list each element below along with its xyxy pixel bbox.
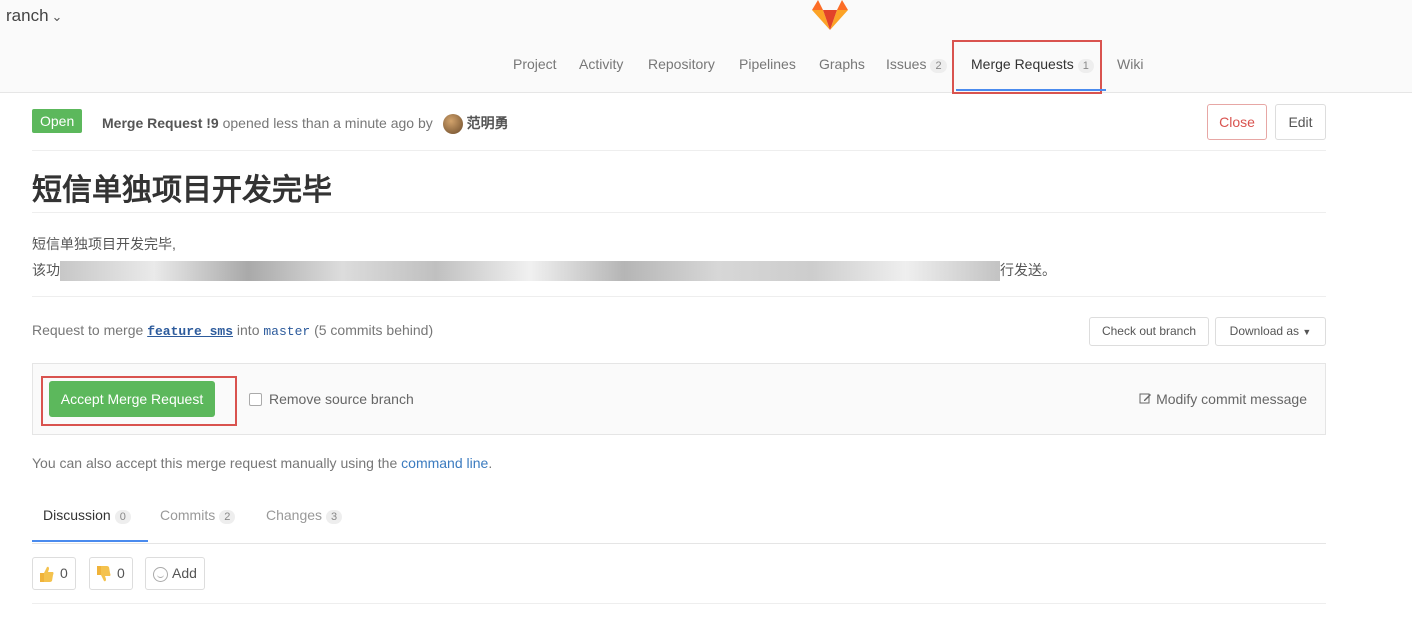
description-line-2-start: 该功: [32, 262, 60, 278]
tab-discussion-label: Discussion: [43, 507, 111, 523]
caret-down-icon: ▼: [1302, 327, 1312, 337]
branch-dropdown[interactable]: ranch ⌄: [6, 6, 62, 26]
page-title: 短信单独项目开发完毕: [32, 174, 332, 207]
redacted-text: [60, 261, 1000, 282]
add-award-label: Add: [172, 565, 197, 581]
thumbs-down-button[interactable]: 0: [89, 557, 133, 590]
nav-pipelines[interactable]: Pipelines: [739, 56, 796, 72]
description-line-2-end: 行发送。: [1000, 262, 1056, 278]
nav-repository[interactable]: Repository: [648, 56, 715, 72]
mr-meta: opened less than a minute ago by: [222, 115, 433, 131]
description-line-2: 该功 行发送。: [32, 257, 1056, 283]
active-tab-underline: [32, 540, 148, 542]
tab-commits[interactable]: Commits 2: [160, 507, 236, 524]
mr-reference: Merge Request !9: [102, 115, 219, 131]
commits-behind: (5 commits behind): [314, 322, 434, 338]
tab-changes[interactable]: Changes 3: [266, 507, 343, 524]
nav-wiki[interactable]: Wiki: [1117, 56, 1143, 72]
thumbs-up-icon: [40, 567, 54, 583]
merge-requests-highlight: [952, 40, 1102, 94]
source-branch[interactable]: feature_sms: [147, 324, 233, 339]
thumbs-up-count: 0: [60, 565, 68, 581]
thumbs-up-button[interactable]: 0: [32, 557, 76, 590]
thumbs-down-count: 0: [117, 565, 125, 581]
commits-count-badge: 2: [219, 510, 236, 524]
modify-commit-message-link[interactable]: Modify commit message: [1139, 391, 1307, 407]
accept-merge-panel: Accept Merge Request Remove source branc…: [32, 363, 1326, 435]
description-divider: [32, 296, 1326, 297]
nav-graphs[interactable]: Graphs: [819, 56, 865, 72]
changes-count-badge: 3: [326, 510, 343, 524]
manual-merge-end: .: [488, 455, 493, 471]
merge-info-row: Request to merge feature_sms into master…: [32, 317, 1326, 347]
manual-merge-hint: You can also accept this merge request m…: [32, 455, 492, 471]
download-as-dropdown[interactable]: Download as ▼: [1215, 317, 1326, 346]
nav-activity[interactable]: Activity: [579, 56, 623, 72]
branch-label: ranch: [6, 6, 49, 25]
manual-merge-text: You can also accept this merge request m…: [32, 455, 398, 471]
smile-icon: [153, 566, 168, 582]
description-line-1: 短信单独项目开发完毕,: [32, 236, 176, 252]
nav-project[interactable]: Project: [513, 56, 557, 72]
mr-info: Merge Request !9 opened less than a minu…: [102, 113, 509, 135]
remove-source-branch-label[interactable]: Remove source branch: [269, 391, 414, 407]
download-as-label: Download as: [1229, 324, 1300, 338]
remove-source-branch-checkbox[interactable]: [249, 393, 262, 406]
avatar[interactable]: [442, 114, 463, 135]
title-divider: [32, 212, 1326, 213]
discussion-count-badge: 0: [114, 510, 131, 524]
nav-issues-label: Issues: [886, 56, 927, 72]
check-out-branch-button[interactable]: Check out branch: [1089, 317, 1209, 346]
add-award-button[interactable]: Add: [145, 557, 205, 590]
tab-commits-label: Commits: [160, 507, 216, 523]
active-tab-underline: [956, 89, 1106, 91]
tab-discussion[interactable]: Discussion 0: [43, 507, 131, 524]
top-bar: ranch ⌄ Project Activity Repository Pipel…: [0, 0, 1412, 94]
accept-merge-request-button[interactable]: Accept Merge Request: [49, 381, 215, 417]
chevron-down-icon: ⌄: [51, 9, 63, 24]
merge-info-text: Request to merge feature_sms into master…: [32, 322, 433, 339]
merge-prefix: Request to merge: [32, 322, 144, 338]
merge-into: into: [236, 322, 260, 338]
gitlab-logo-icon[interactable]: [810, 0, 850, 30]
description: 短信单独项目开发完毕, 该功 行发送。: [32, 231, 1056, 283]
edit-icon: [1139, 393, 1152, 404]
mr-header: Open Merge Request !9 opened less than a…: [32, 104, 1326, 151]
thumbs-down-icon: [97, 566, 111, 582]
command-line-link[interactable]: command line: [401, 455, 488, 471]
edit-button[interactable]: Edit: [1275, 104, 1326, 140]
nav-issues[interactable]: Issues 2: [886, 56, 947, 73]
close-button[interactable]: Close: [1207, 104, 1267, 140]
modify-commit-message-label: Modify commit message: [1156, 391, 1307, 407]
issues-count-badge: 2: [930, 59, 947, 73]
status-badge: Open: [32, 109, 83, 133]
footer-divider: [32, 603, 1326, 604]
tab-changes-label: Changes: [266, 507, 323, 523]
mr-tabs: Discussion 0 Commits 2 Changes 3: [32, 503, 1326, 544]
author-name[interactable]: 范明勇: [467, 115, 509, 131]
target-branch[interactable]: master: [263, 324, 310, 339]
